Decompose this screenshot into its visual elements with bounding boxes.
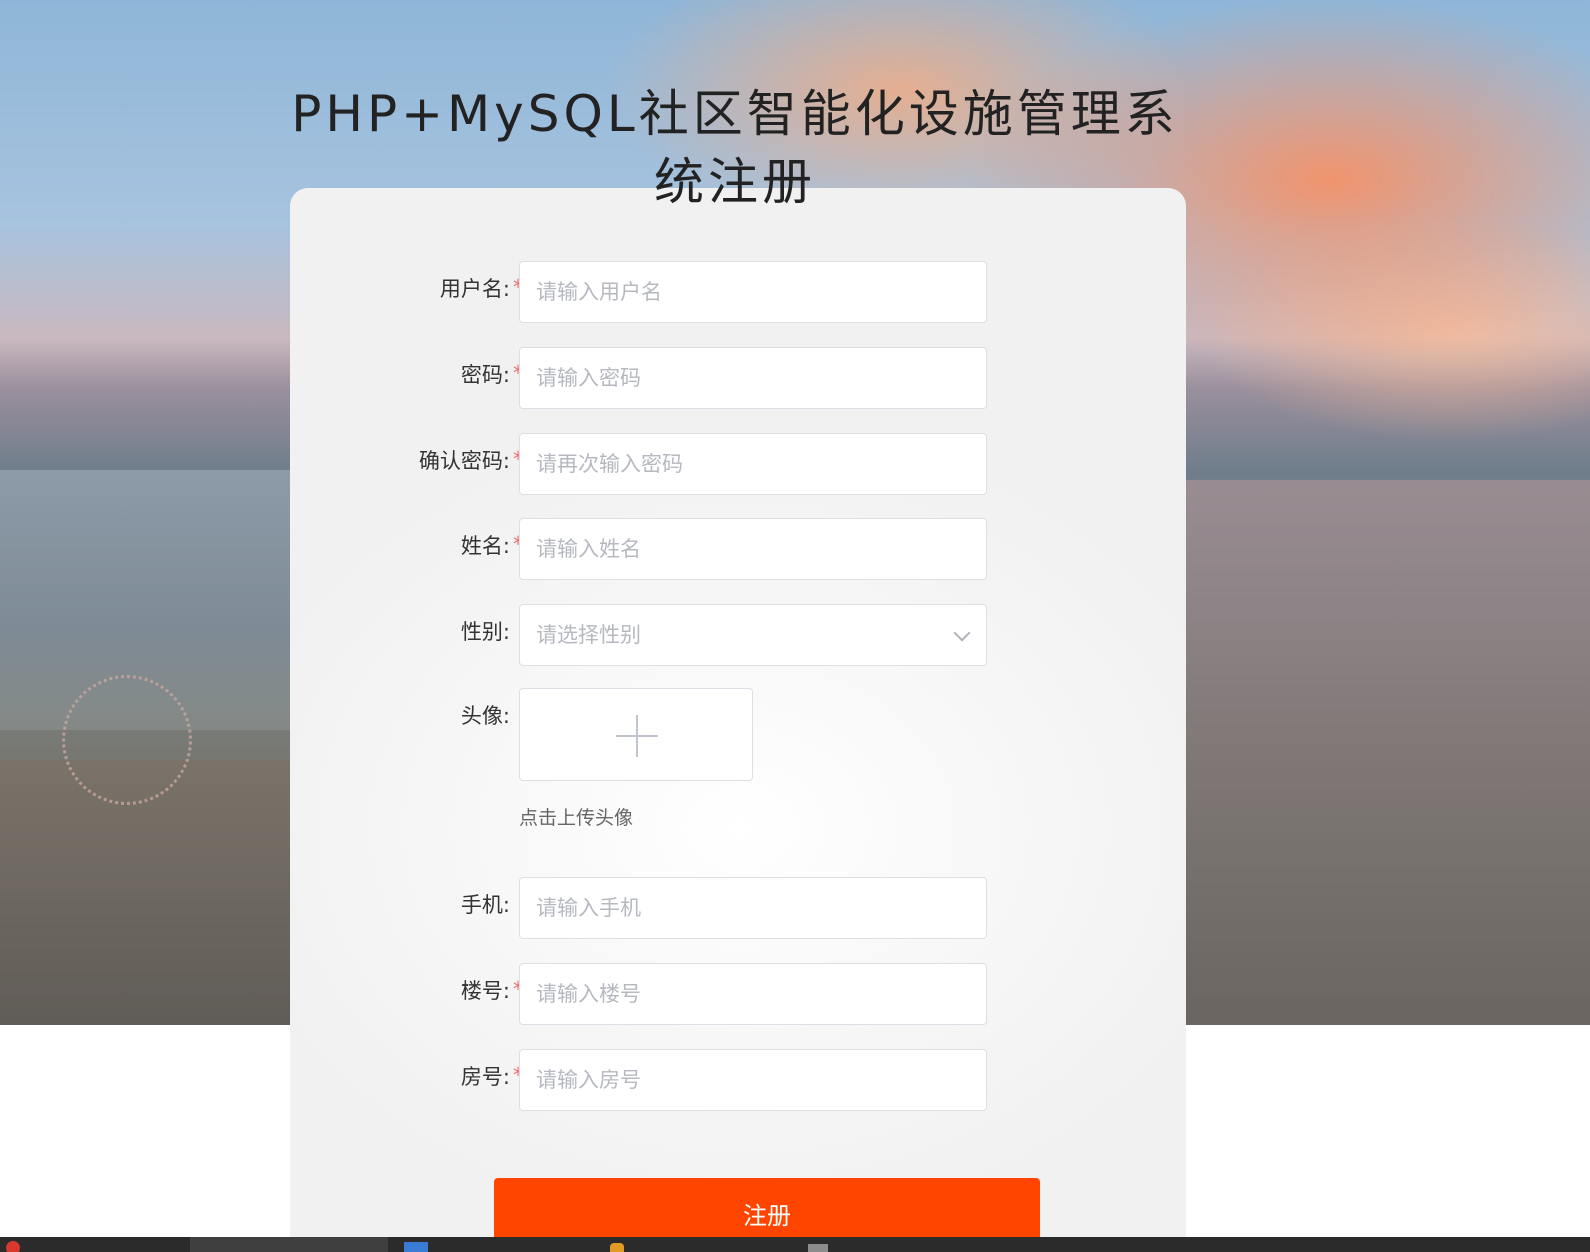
- chevron-down-icon: [953, 624, 971, 642]
- phone-label: 手机:: [460, 893, 510, 917]
- building-label: 楼号:: [460, 979, 510, 1003]
- phone-input[interactable]: [519, 877, 987, 939]
- room-label: 房号:: [460, 1065, 510, 1089]
- form-row-password: 密码: *: [290, 347, 1186, 409]
- form-row-building: 楼号: *: [290, 963, 1186, 1025]
- taskbar-app-icon[interactable]: [610, 1243, 624, 1252]
- name-input[interactable]: [519, 518, 987, 580]
- register-card: 用户名: * 密码: * 确认密码: * 姓名: * 性别: 请选择性别 头像:…: [290, 188, 1186, 1252]
- password-input[interactable]: [519, 347, 987, 409]
- room-input[interactable]: [519, 1049, 987, 1111]
- taskbar-app-icon[interactable]: [404, 1242, 428, 1252]
- avatar-upload[interactable]: [519, 688, 753, 781]
- gender-select[interactable]: 请选择性别: [519, 604, 987, 666]
- form-row-avatar: 头像:: [290, 688, 1186, 781]
- form-row-confirm-password: 确认密码: *: [290, 433, 1186, 495]
- name-label: 姓名:: [460, 534, 510, 558]
- avatar-label: 头像:: [460, 704, 510, 728]
- avatar-upload-hint: 点击上传头像: [519, 807, 634, 829]
- form-row-name: 姓名: *: [290, 518, 1186, 580]
- form-row-phone: 手机:: [290, 877, 1186, 939]
- password-label: 密码:: [460, 363, 510, 387]
- building-input[interactable]: [519, 963, 987, 1025]
- page-title: PHP+MySQL社区智能化设施管理系统注册: [291, 85, 1179, 211]
- background-city-right: [1185, 480, 1590, 1025]
- form-row-username: 用户名: *: [290, 261, 1186, 323]
- ferris-wheel: [62, 675, 192, 805]
- taskbar-item-active[interactable]: [190, 1237, 388, 1252]
- gender-select-placeholder: 请选择性别: [536, 623, 641, 647]
- username-input[interactable]: [519, 261, 987, 323]
- form-row-room: 房号: *: [290, 1049, 1186, 1111]
- gender-label: 性别:: [460, 620, 510, 644]
- confirm-password-input[interactable]: [519, 433, 987, 495]
- taskbar-app-icon[interactable]: [808, 1244, 828, 1252]
- form-row-gender: 性别: 请选择性别: [290, 604, 1186, 666]
- plus-icon: [616, 715, 658, 757]
- start-icon[interactable]: [6, 1241, 20, 1252]
- taskbar: [0, 1237, 1590, 1252]
- username-label: 用户名:: [439, 277, 510, 301]
- confirm-password-label: 确认密码:: [418, 449, 510, 473]
